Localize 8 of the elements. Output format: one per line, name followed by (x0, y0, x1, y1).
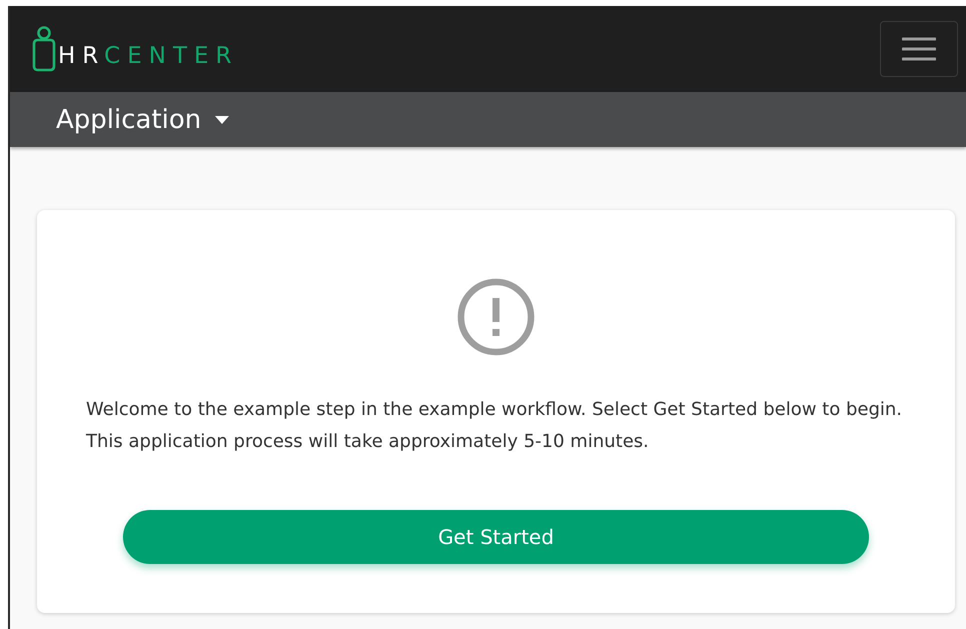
caret-icon (215, 116, 230, 124)
application-dropdown[interactable]: Application (56, 104, 230, 134)
brand-name: HR CENTER (58, 45, 238, 68)
menu-icon (902, 36, 936, 62)
person-icon (32, 26, 56, 72)
alert-icon (457, 278, 535, 356)
welcome-message: Welcome to the example step in the example workflow. Select Get Started below to begin. This application process will take approximately 5-10 minutes. (86, 398, 904, 454)
menu-button[interactable] (880, 21, 958, 77)
